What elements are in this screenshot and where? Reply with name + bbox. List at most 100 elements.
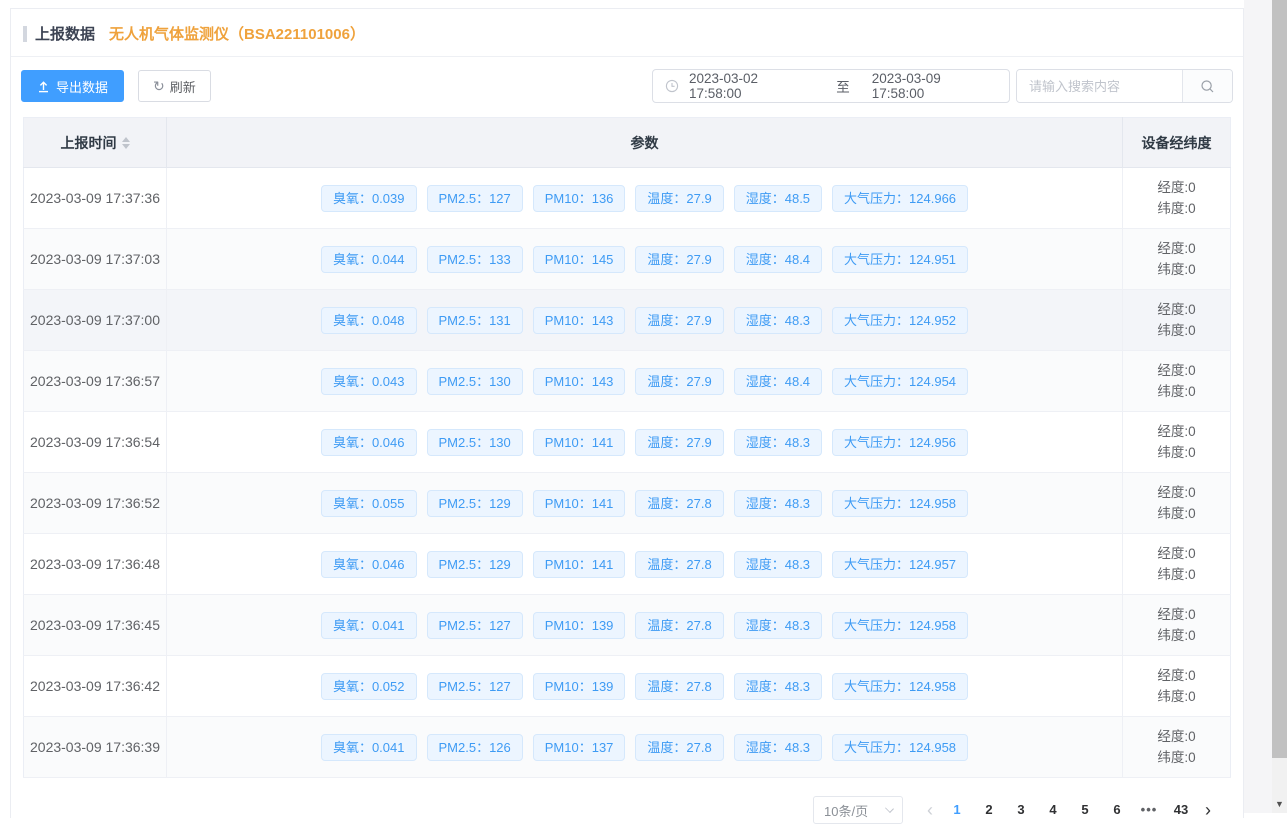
row-longitude: 经度:0 xyxy=(1123,421,1230,442)
param-tag: 臭氧：0.055 xyxy=(321,490,417,517)
row-longitude: 经度:0 xyxy=(1123,360,1230,381)
param-tag: 大气压力：124.958 xyxy=(832,612,968,639)
param-tag: 臭氧：0.048 xyxy=(321,307,417,334)
param-tag: PM10：143 xyxy=(533,307,626,334)
param-tag: PM2.5：133 xyxy=(427,246,523,273)
title-accent-bar xyxy=(23,26,27,42)
row-time: 2023-03-09 17:36:52 xyxy=(24,473,167,534)
refresh-icon: ↻ xyxy=(153,79,165,93)
table-row: 2023-03-09 17:36:57 臭氧：0.043PM2.5：130PM1… xyxy=(24,351,1231,412)
param-tag: 大气压力：124.958 xyxy=(832,734,968,761)
vertical-scrollbar[interactable]: ▼ xyxy=(1272,0,1287,813)
row-coordinates: 经度:0 纬度:0 xyxy=(1123,290,1231,351)
pager-page-5[interactable]: 5 xyxy=(1073,797,1097,823)
param-tag: 温度：27.8 xyxy=(635,673,723,700)
row-coordinates: 经度:0 纬度:0 xyxy=(1123,656,1231,717)
row-tags: 臭氧：0.046PM2.5：129PM10：141温度：27.8湿度：48.3大… xyxy=(167,551,1122,578)
pager-page-2[interactable]: 2 xyxy=(977,797,1001,823)
row-coordinates: 经度:0 纬度:0 xyxy=(1123,473,1231,534)
row-latitude: 纬度:0 xyxy=(1123,442,1230,463)
row-longitude: 经度:0 xyxy=(1123,726,1230,747)
param-tag: 湿度：48.3 xyxy=(734,429,822,456)
export-data-button[interactable]: 导出数据 xyxy=(21,70,124,102)
toolbar: 导出数据 ↻ 刷新 2023-03-02 17:58:00 至 2023-03-… xyxy=(11,57,1243,115)
param-tag: 湿度：48.4 xyxy=(734,246,822,273)
table-body: 2023-03-09 17:37:36 臭氧：0.039PM2.5：127PM1… xyxy=(24,168,1231,778)
upload-icon xyxy=(37,80,50,93)
param-tag: PM10：137 xyxy=(533,734,626,761)
pager-page-4[interactable]: 4 xyxy=(1041,797,1065,823)
row-latitude: 纬度:0 xyxy=(1123,259,1230,280)
param-tag: 湿度：48.4 xyxy=(734,368,822,395)
pagination: 10条/页 ‹ 123456 ••• 43 › xyxy=(11,796,1219,824)
table-row: 2023-03-09 17:37:36 臭氧：0.039PM2.5：127PM1… xyxy=(24,168,1231,229)
param-tag: 臭氧：0.052 xyxy=(321,673,417,700)
row-coordinates: 经度:0 纬度:0 xyxy=(1123,595,1231,656)
row-longitude: 经度:0 xyxy=(1123,604,1230,625)
device-name: 无人机气体监测仪（BSA221101006） xyxy=(109,23,365,44)
row-time: 2023-03-09 17:36:45 xyxy=(24,595,167,656)
export-data-label: 导出数据 xyxy=(56,77,108,96)
param-tag: 温度：27.9 xyxy=(635,185,723,212)
param-tag: 大气压力：124.956 xyxy=(832,429,968,456)
page-size-select[interactable]: 10条/页 xyxy=(813,796,903,824)
column-header-report-time[interactable]: 上报时间 xyxy=(24,118,167,168)
param-tag: 大气压力：124.957 xyxy=(832,551,968,578)
row-tags: 臭氧：0.041PM2.5：127PM10：139温度：27.8湿度：48.3大… xyxy=(167,612,1122,639)
pager-prev-button[interactable]: ‹ xyxy=(919,797,941,823)
table-row: 2023-03-09 17:36:42 臭氧：0.052PM2.5：127PM1… xyxy=(24,656,1231,717)
param-tag: 大气压力：124.958 xyxy=(832,490,968,517)
table-row: 2023-03-09 17:36:54 臭氧：0.046PM2.5：130PM1… xyxy=(24,412,1231,473)
pager-page-3[interactable]: 3 xyxy=(1009,797,1033,823)
param-tag: 臭氧：0.046 xyxy=(321,551,417,578)
param-tag: 湿度：48.5 xyxy=(734,185,822,212)
table-header-row: 上报时间 参数 设备经纬度 xyxy=(24,118,1231,168)
search-icon xyxy=(1200,79,1215,94)
scrollbar-down-arrow-icon[interactable]: ▼ xyxy=(1272,797,1287,811)
row-latitude: 纬度:0 xyxy=(1123,564,1230,585)
pager-page-1[interactable]: 1 xyxy=(945,797,969,823)
row-latitude: 纬度:0 xyxy=(1123,320,1230,341)
search-button[interactable] xyxy=(1182,70,1232,102)
row-coordinates: 经度:0 纬度:0 xyxy=(1123,717,1231,778)
sort-icon[interactable] xyxy=(122,137,130,149)
date-start-value[interactable]: 2023-03-02 17:58:00 xyxy=(689,71,814,101)
page-gutter xyxy=(1244,0,1272,813)
row-latitude: 纬度:0 xyxy=(1123,198,1230,219)
table-row: 2023-03-09 17:36:45 臭氧：0.041PM2.5：127PM1… xyxy=(24,595,1231,656)
row-tags: 臭氧：0.044PM2.5：133PM10：145温度：27.9湿度：48.4大… xyxy=(167,246,1122,273)
row-tags: 臭氧：0.055PM2.5：129PM10：141温度：27.8湿度：48.3大… xyxy=(167,490,1122,517)
param-tag: PM10：141 xyxy=(533,551,626,578)
param-tag: 湿度：48.3 xyxy=(734,673,822,700)
param-tag: 湿度：48.3 xyxy=(734,551,822,578)
clock-icon xyxy=(665,79,679,93)
pager-page-43[interactable]: 43 xyxy=(1169,797,1193,823)
page-title: 上报数据 xyxy=(35,23,95,44)
row-tags: 臭氧：0.052PM2.5：127PM10：139温度：27.8湿度：48.3大… xyxy=(167,673,1122,700)
refresh-button[interactable]: ↻ 刷新 xyxy=(138,70,211,102)
param-tag: PM2.5：129 xyxy=(427,551,523,578)
row-longitude: 经度:0 xyxy=(1123,238,1230,259)
date-end-value[interactable]: 2023-03-09 17:58:00 xyxy=(872,71,997,101)
param-tag: PM10：141 xyxy=(533,490,626,517)
param-tag: 大气压力：124.951 xyxy=(832,246,968,273)
chevron-down-icon xyxy=(885,804,894,813)
row-longitude: 经度:0 xyxy=(1123,299,1230,320)
row-time: 2023-03-09 17:37:00 xyxy=(24,290,167,351)
param-tag: PM2.5：127 xyxy=(427,673,523,700)
date-range-picker[interactable]: 2023-03-02 17:58:00 至 2023-03-09 17:58:0… xyxy=(652,69,1010,103)
param-tag: PM10：139 xyxy=(533,673,626,700)
param-tag: PM2.5：131 xyxy=(427,307,523,334)
row-tags: 臭氧：0.039PM2.5：127PM10：136温度：27.9湿度：48.5大… xyxy=(167,185,1122,212)
pager-next-button[interactable]: › xyxy=(1197,797,1219,823)
page-header: 上报数据 无人机气体监测仪（BSA221101006） xyxy=(11,9,1243,57)
scrollbar-thumb[interactable] xyxy=(1272,0,1287,758)
param-tag: 温度：27.9 xyxy=(635,246,723,273)
search-group xyxy=(1016,69,1233,103)
param-tag: 湿度：48.3 xyxy=(734,612,822,639)
search-input[interactable] xyxy=(1017,70,1182,102)
pager-ellipsis[interactable]: ••• xyxy=(1137,797,1161,823)
param-tag: 温度：27.8 xyxy=(635,490,723,517)
table-row: 2023-03-09 17:36:48 臭氧：0.046PM2.5：129PM1… xyxy=(24,534,1231,595)
pager-page-6[interactable]: 6 xyxy=(1105,797,1129,823)
